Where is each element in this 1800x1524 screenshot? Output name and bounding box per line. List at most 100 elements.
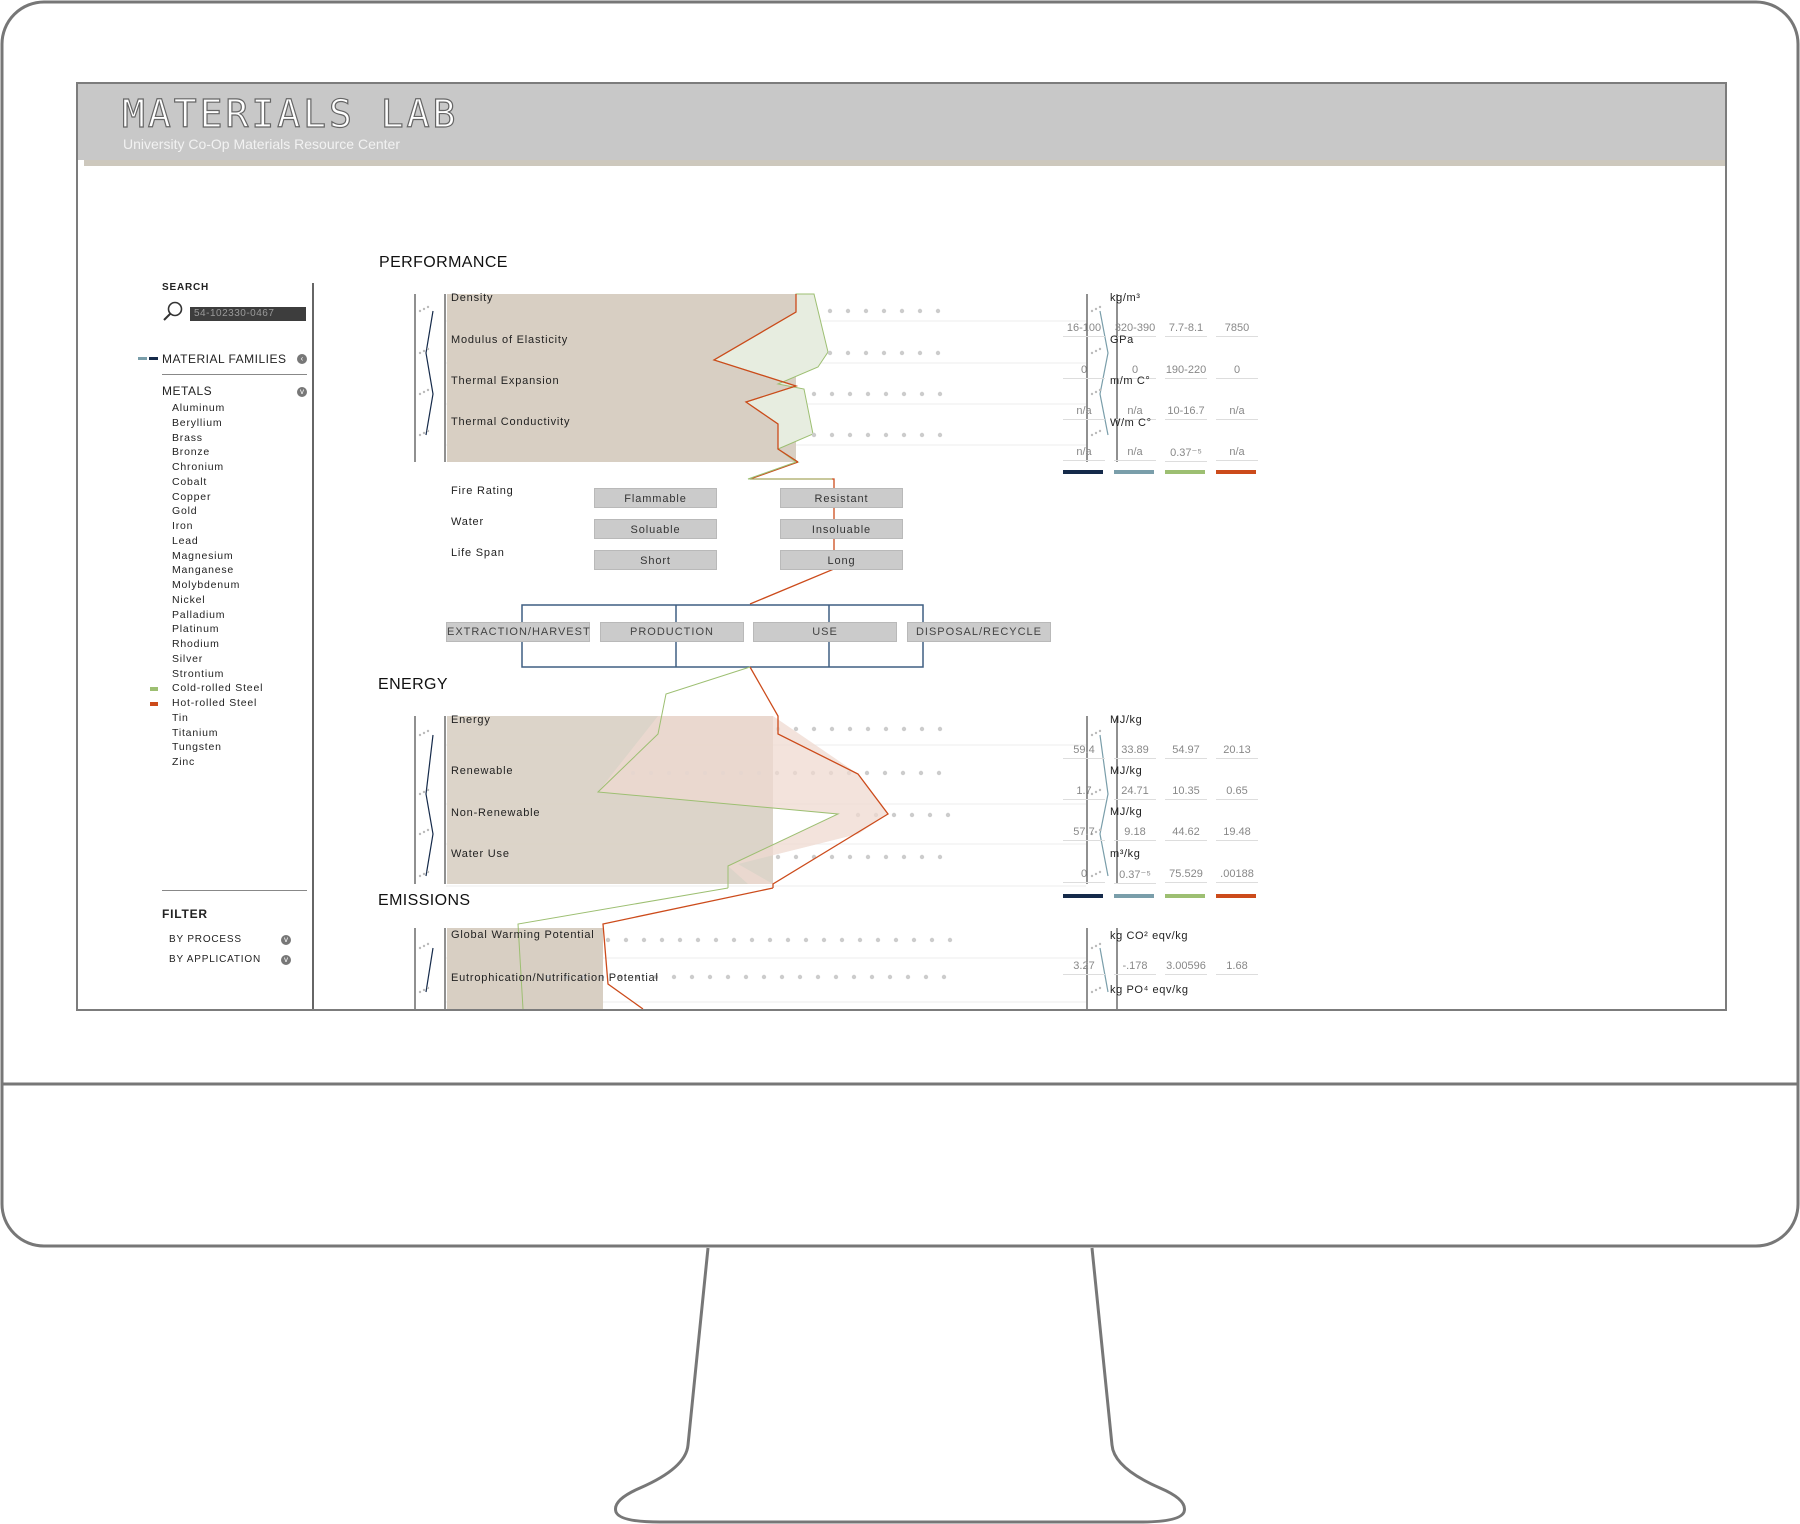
grid-dot <box>900 770 906 776</box>
series-color-swatch <box>1114 894 1154 898</box>
grid-dot <box>743 974 749 980</box>
energy-title: ENERGY <box>378 676 448 693</box>
grid-dot <box>947 937 953 943</box>
performance-title: PERFORMANCE <box>379 254 508 271</box>
grid-dot <box>929 937 935 943</box>
performance-value-cell: 0.37⁻⁵ <box>1165 446 1207 462</box>
mini-dot <box>1098 388 1102 392</box>
grid-dot <box>847 726 853 732</box>
energy-unit-label: m³/kg <box>1110 848 1141 860</box>
flammable-button[interactable]: Flammable <box>594 488 717 508</box>
mini-dot <box>422 790 426 794</box>
performance-value-cell: 10-16.7 <box>1165 405 1207 420</box>
emissions-unit-label: kg PO⁴ eqv/kg <box>1110 984 1189 996</box>
performance-value-cell: n/a <box>1216 405 1258 420</box>
grid-dot <box>882 770 888 776</box>
mini-series-line <box>425 947 434 993</box>
mini-dot <box>1090 733 1094 737</box>
energy-value-cell: 33.89 <box>1114 744 1156 759</box>
mini-dot <box>1094 307 1098 311</box>
grid-dot <box>713 937 719 943</box>
series-color-swatch <box>1165 470 1205 474</box>
grid-dot <box>779 974 785 980</box>
grid-dot <box>797 974 803 980</box>
energy-value-cell: 44.62 <box>1165 826 1207 841</box>
energy-value-cell: 10.35 <box>1165 785 1207 800</box>
energy-unit-label: MJ/kg <box>1110 765 1143 777</box>
energy-row-label: Water Use <box>451 848 510 860</box>
energy-value-cell: 0.65 <box>1216 785 1258 800</box>
grid-dot <box>689 974 695 980</box>
emissions-row-label: Eutrophication/Nutrification Potential <box>451 972 659 984</box>
long-button[interactable]: Long <box>780 550 903 570</box>
mini-dot <box>426 828 430 832</box>
grid-dot <box>811 726 817 732</box>
grid-dot <box>935 308 941 314</box>
insoluable-button[interactable]: Insoluable <box>780 519 903 539</box>
grid-dot <box>881 308 887 314</box>
mini-dot <box>422 944 426 948</box>
performance-row-label: Modulus of Elasticity <box>451 334 569 346</box>
emissions-value-cell: 1.68 <box>1216 960 1258 975</box>
mini-dot <box>422 390 426 394</box>
grid-dot <box>911 937 917 943</box>
mini-dot <box>1098 305 1102 309</box>
comparison-chart <box>414 293 1118 1009</box>
mini-dot <box>426 942 430 946</box>
grid-dot <box>909 812 915 818</box>
emissions-row-label: Global Warming Potential <box>451 929 595 941</box>
series-color-swatch <box>1114 470 1154 474</box>
performance-value-cell: 0 <box>1216 364 1258 379</box>
mini-dot <box>418 792 422 796</box>
grid-dot <box>827 350 833 356</box>
grid-dot <box>891 812 897 818</box>
series-color-swatch <box>1216 470 1256 474</box>
grid-dot <box>887 974 893 980</box>
mini-dot <box>418 309 422 313</box>
mini-series-line <box>425 310 434 436</box>
grid-dot <box>863 308 869 314</box>
performance-unit-label: m/m C° <box>1110 375 1151 387</box>
stage-production[interactable]: PRODUCTION <box>600 622 744 642</box>
stage-extraction-harvest[interactable]: EXTRACTION/HARVEST <box>446 622 590 642</box>
mini-dot <box>426 788 430 792</box>
grid-dot <box>863 350 869 356</box>
mini-dot <box>1094 390 1098 394</box>
grid-dot <box>761 974 767 980</box>
grid-dot <box>605 937 611 943</box>
grid-dot <box>883 432 889 438</box>
grid-dot <box>937 854 943 860</box>
grid-dot <box>707 974 713 980</box>
energy-value-cell: 0.37⁻⁵ <box>1114 868 1156 884</box>
grid-dot <box>883 726 889 732</box>
performance-value-cell: n/a <box>1063 446 1105 461</box>
energy-value-cell: 19.48 <box>1216 826 1258 841</box>
grid-dot <box>917 308 923 314</box>
grid-dot <box>864 770 870 776</box>
mini-dot <box>422 431 426 435</box>
stage-disposal-recycle[interactable]: DISPOSAL/RECYCLE <box>907 622 1051 642</box>
grid-dot <box>857 937 863 943</box>
stage-use[interactable]: USE <box>753 622 897 642</box>
grid-dot <box>899 350 905 356</box>
short-button[interactable]: Short <box>594 550 717 570</box>
life-span-label: Life Span <box>451 547 505 559</box>
grid-dot <box>749 937 755 943</box>
mini-dot <box>418 433 422 437</box>
energy-value-cell: 59.4 <box>1063 744 1105 759</box>
grid-dot <box>793 854 799 860</box>
grid-dot <box>901 726 907 732</box>
grid-dot <box>623 937 629 943</box>
emissions-value-cell: 3.27 <box>1063 960 1105 975</box>
soluable-button[interactable]: Soluable <box>594 519 717 539</box>
emissions-unit-label: kg CO² eqv/kg <box>1110 930 1189 942</box>
mini-dot <box>422 731 426 735</box>
emissions-orange-line <box>602 887 774 1009</box>
grid-dot <box>793 726 799 732</box>
grid-dot <box>851 974 857 980</box>
mini-series-line <box>425 734 434 877</box>
grid-dot <box>767 937 773 943</box>
emissions-value-cell: 3.00596 <box>1165 960 1207 975</box>
resistant-button[interactable]: Resistant <box>780 488 903 508</box>
series-color-swatch <box>1216 894 1256 898</box>
